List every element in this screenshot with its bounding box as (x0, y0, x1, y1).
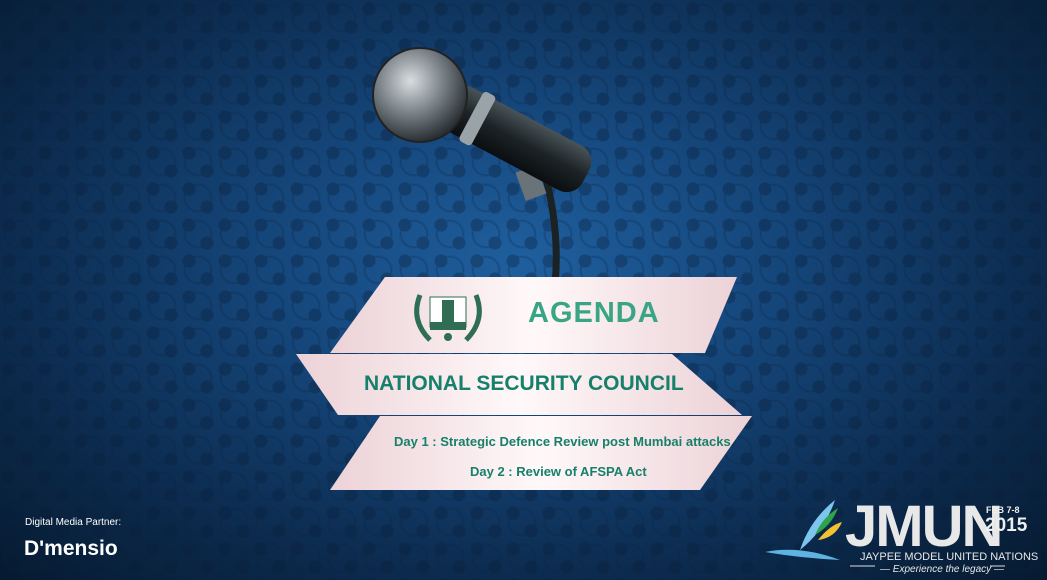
day2-topic: Day 2 : Review of AFSPA Act (470, 464, 647, 479)
committee-name: NATIONAL SECURITY COUNCIL (364, 372, 684, 395)
partner-label: Digital Media Partner: (25, 517, 122, 528)
microphone-icon (372, 47, 592, 286)
partner-logo: D'mensio (24, 537, 118, 560)
event-date: FEB 7-8 (986, 505, 1020, 515)
poster-artwork (296, 47, 1005, 567)
jmun-leaf-icon (765, 500, 842, 560)
agenda-heading: AGENDA (528, 297, 660, 329)
day1-topic: Day 1 : Strategic Defence Review post Mu… (394, 434, 731, 449)
event-year: 2015 (985, 515, 1028, 536)
jmun-logo: JMUN (845, 494, 1003, 559)
tagline: — Experience the legacy — (880, 564, 1004, 575)
organization-name: JAYPEE MODEL UNITED NATIONS (860, 551, 1039, 563)
